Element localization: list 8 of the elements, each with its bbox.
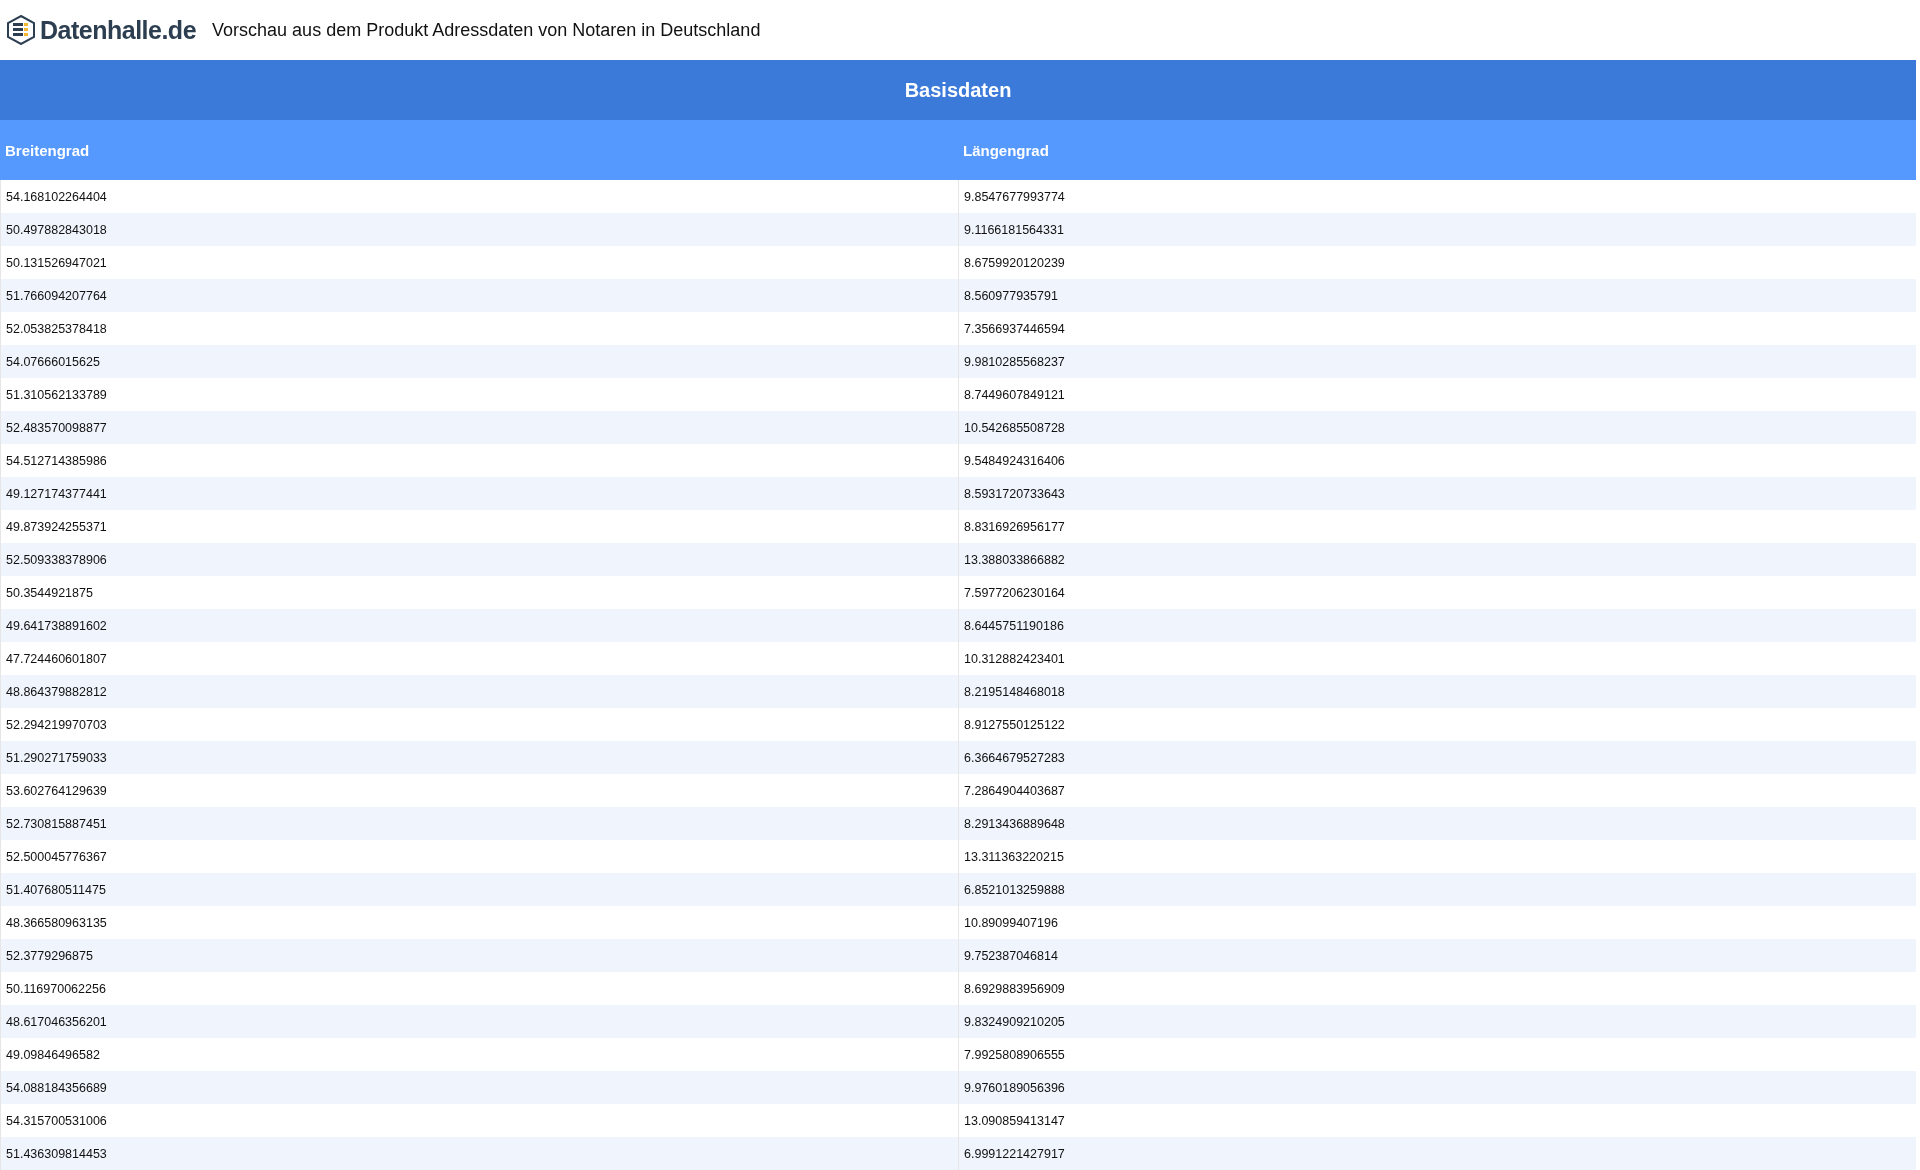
table-cell: 6.9991221427917 bbox=[958, 1137, 1916, 1170]
table-cell: 51.436309814453 bbox=[0, 1137, 958, 1170]
site-logo[interactable]: Datenhalle.de bbox=[40, 15, 197, 45]
column-header: Längengrad bbox=[962, 140, 1050, 161]
server-stack-icon bbox=[6, 15, 36, 45]
table-caption: Basisdaten bbox=[0, 60, 1916, 120]
page-title: Vorschau aus dem Produkt Adressdaten von Notaren in Deutschland bbox=[212, 19, 761, 41]
column-header: Breitengrad bbox=[4, 140, 91, 161]
